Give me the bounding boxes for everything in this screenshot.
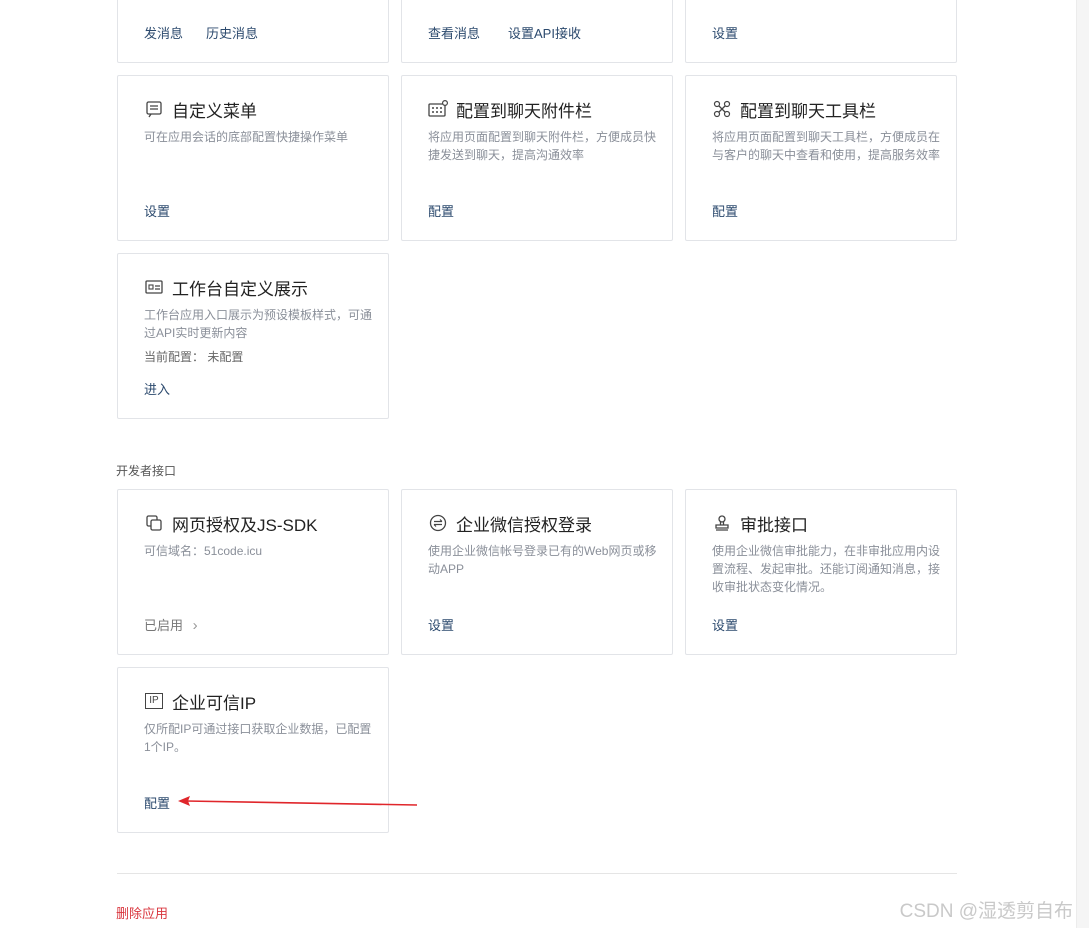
chat-attachment-title: 配置到聊天附件栏 (456, 101, 592, 121)
custom-menu-desc: 可在应用会话的底部配置快捷操作菜单 (144, 130, 349, 144)
wecom-login-desc: 使用企业微信帐号登录已有的Web网页或移动APP (428, 544, 657, 576)
view-messages-link[interactable]: 查看消息 (428, 23, 480, 42)
watermark: CSDN @湿透剪自布 (899, 901, 1073, 922)
approval-desc: 使用企业微信审批能力，在非审批应用内设置流程、发起审批。还能订阅通知消息，接收审… (712, 544, 941, 594)
approval-title-row: 审批接口 (712, 512, 808, 535)
workbench-enter-link[interactable]: 进入 (144, 379, 170, 398)
stamp-icon (712, 513, 732, 533)
attachment-bar-icon (428, 99, 448, 119)
ip-icon-label: IP (145, 693, 163, 709)
chat-attachment-desc: 将应用页面配置到聊天附件栏，方便成员快捷发送到聊天，提高沟通效率 (428, 130, 657, 162)
approval-settings-link[interactable]: 设置 (712, 615, 738, 634)
web-auth-status: 已启用 (144, 618, 184, 633)
approval-card: 审批接口 使用企业微信审批能力，在非审批应用内设置流程、发起审批。还能订阅通知消… (685, 489, 957, 655)
custom-menu-title-row: 自定义菜单 (144, 98, 257, 121)
message-history-link[interactable]: 历史消息 (206, 23, 258, 42)
annotation-arrow (178, 796, 418, 806)
workbench-title-row: 工作台自定义展示 (144, 276, 308, 299)
web-auth-status-link[interactable]: 已启用 › (144, 615, 198, 634)
wecom-login-title-row: 企业微信授权登录 (428, 512, 592, 535)
chat-toolbar-title: 配置到聊天工具栏 (740, 101, 876, 121)
custom-menu-settings-link[interactable]: 设置 (144, 201, 170, 220)
trusted-ip-title-row: IP 企业可信IP (144, 690, 257, 713)
divider (117, 873, 957, 874)
trusted-ip-title: 企业可信IP (172, 693, 257, 713)
chat-attachment-config-link[interactable]: 配置 (428, 201, 454, 220)
workbench-title: 工作台自定义展示 (172, 279, 308, 299)
wecom-login-card: 企业微信授权登录 使用企业微信帐号登录已有的Web网页或移动APP 设置 (401, 489, 673, 655)
workbench-card: 工作台自定义展示 工作台应用入口展示为预设模板样式，可通过API实时更新内容 当… (117, 253, 389, 419)
approval-title: 审批接口 (740, 515, 808, 535)
message-card: 发消息 历史消息 (117, 0, 389, 63)
chat-toolbar-desc: 将应用页面配置到聊天工具栏，方便成员在与客户的聊天中查看和使用，提高服务效率 (712, 130, 941, 162)
login-icon (428, 513, 448, 533)
chat-toolbar-title-row: 配置到聊天工具栏 (712, 98, 876, 121)
set-api-receive-link[interactable]: 设置API接收 (508, 23, 581, 42)
custom-menu-card: 自定义菜单 可在应用会话的底部配置快捷操作菜单 设置 (117, 75, 389, 241)
chat-toolbar-config-link[interactable]: 配置 (712, 201, 738, 220)
ip-icon: IP (144, 691, 164, 711)
delete-app-link[interactable]: 删除应用 (116, 903, 168, 922)
scrollbar[interactable] (1076, 0, 1089, 928)
web-auth-card: 网页授权及JS-SDK 可信域名：51code.icu 已启用 › (117, 489, 389, 655)
settings-link[interactable]: 设置 (712, 23, 738, 42)
custom-menu-title: 自定义菜单 (172, 101, 257, 121)
web-auth-title: 网页授权及JS-SDK (172, 515, 318, 535)
trusted-ip-desc: 仅所配IP可通过接口获取企业数据，已配置1个IP。 (144, 722, 372, 754)
developer-section-label: 开发者接口 (116, 464, 177, 478)
receive-message-card: 查看消息 设置API接收 (401, 0, 673, 63)
settings-card: 设置 (685, 0, 957, 63)
menu-icon (144, 99, 164, 119)
wecom-login-settings-link[interactable]: 设置 (428, 615, 454, 634)
chat-toolbar-card: 配置到聊天工具栏 将应用页面配置到聊天工具栏，方便成员在与客户的聊天中查看和使用… (685, 75, 957, 241)
workbench-desc: 工作台应用入口展示为预设模板样式，可通过API实时更新内容 (144, 308, 373, 340)
workbench-display-icon (144, 277, 164, 297)
chevron-right-icon: › (192, 617, 198, 634)
chat-attachment-card: 配置到聊天附件栏 将应用页面配置到聊天附件栏，方便成员快捷发送到聊天，提高沟通效… (401, 75, 673, 241)
workbench-current-config: 当前配置： 未配置 (144, 350, 244, 364)
web-auth-desc: 可信域名：51code.icu (144, 544, 263, 558)
toolbar-icon (712, 99, 732, 119)
trusted-ip-config-link[interactable]: 配置 (144, 793, 170, 812)
chat-attachment-title-row: 配置到聊天附件栏 (428, 98, 592, 121)
wecom-login-title: 企业微信授权登录 (456, 515, 592, 535)
web-auth-icon (144, 513, 164, 533)
web-auth-title-row: 网页授权及JS-SDK (144, 512, 318, 535)
send-message-link[interactable]: 发消息 (144, 23, 183, 42)
